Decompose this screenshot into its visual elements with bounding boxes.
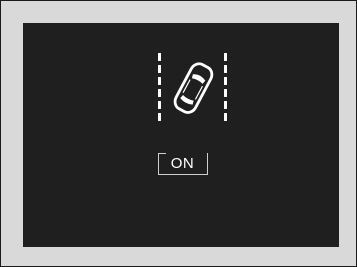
left-lane-line — [158, 53, 161, 121]
lane-keeping-car-icon — [158, 53, 227, 121]
lane-assist-status: ON — [158, 153, 208, 175]
right-lane-line — [224, 53, 227, 121]
display-screen: ON — [23, 23, 339, 247]
car-top-view — [173, 62, 214, 114]
figure-frame: ON — [0, 0, 357, 267]
